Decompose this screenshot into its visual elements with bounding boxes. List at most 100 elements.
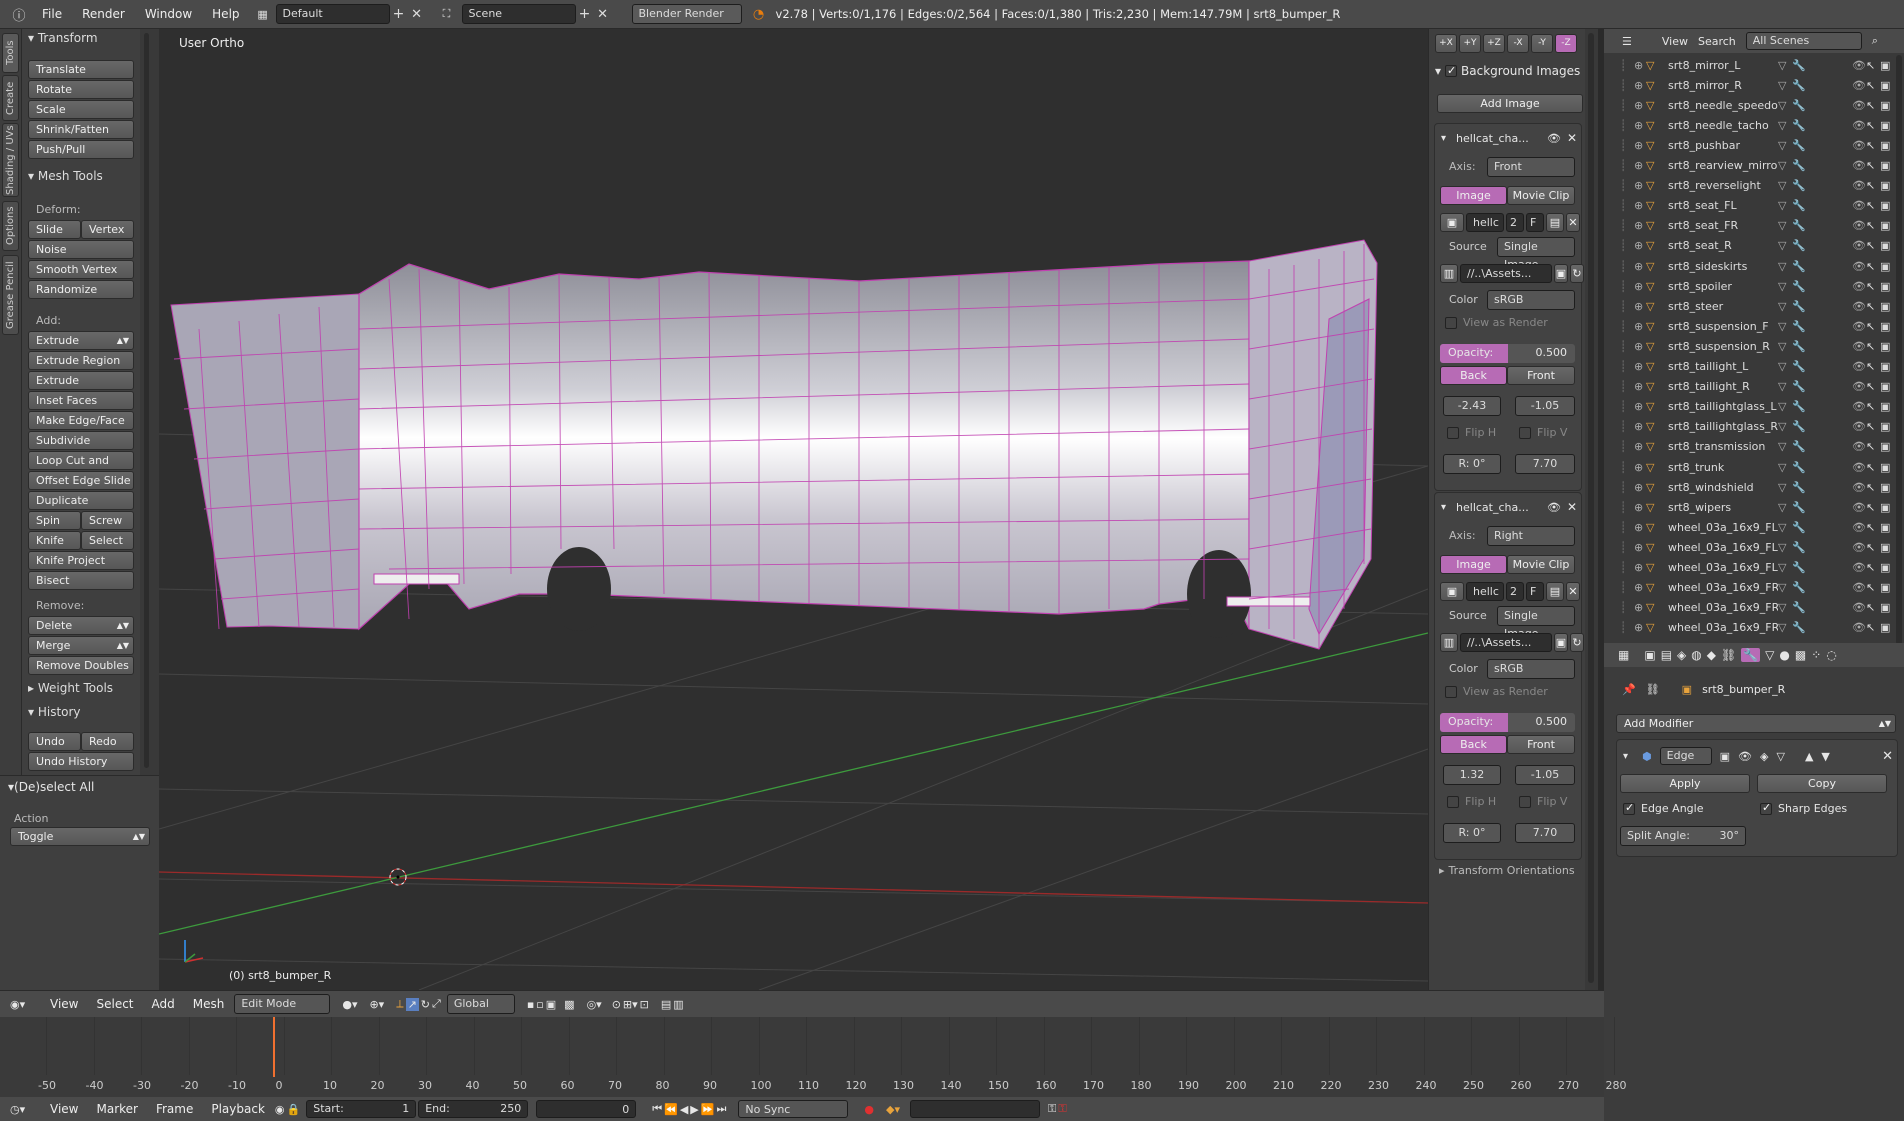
editmode-toggle-icon[interactable]: ◈ <box>1760 750 1768 763</box>
snap-icon[interactable]: ⊙ <box>612 998 621 1011</box>
select-arrow-icon[interactable]: ↖ <box>1866 340 1880 353</box>
current-frame-field[interactable]: 0 <box>536 1100 637 1118</box>
vertex-slide-button[interactable]: Vertex <box>81 220 134 239</box>
expand-icon[interactable]: ⊕ <box>1634 440 1646 453</box>
visibility-eye-icon[interactable]: 👁 <box>1852 59 1866 72</box>
mesh-tools-panel-header[interactable]: ▾ Mesh Tools <box>28 169 103 183</box>
transform-orientations-header[interactable]: ▸ Transform Orientations <box>1439 864 1575 877</box>
move-up-icon[interactable]: ▲ <box>1805 750 1813 763</box>
limit-selection-icon[interactable]: ▩ <box>564 998 574 1011</box>
delete-keyframe-icon[interactable]: ⚿ <box>1058 1102 1066 1116</box>
remove-doubles-button[interactable]: Remove Doubles <box>28 656 134 675</box>
smooth-vertex-button[interactable]: Smooth Vertex <box>28 260 134 279</box>
view-as-render-toggle[interactable]: View as Render <box>1445 316 1548 329</box>
reload-icon[interactable]: ↻ <box>1570 264 1584 283</box>
extrude-individual-button[interactable]: Extrude Individual <box>28 371 134 404</box>
source-select[interactable]: Single Image <box>1497 237 1575 271</box>
visibility-eye-icon[interactable]: 👁 <box>1852 400 1866 413</box>
particles-tab-icon[interactable]: ⁘ <box>1811 648 1821 662</box>
collapse-triangle-icon[interactable]: ▾ <box>1441 133 1446 144</box>
physics-tab-icon[interactable]: ◌ <box>1826 648 1836 662</box>
shrink-fatten-button[interactable]: Shrink/Fatten <box>28 120 134 139</box>
offset-y-field[interactable]: -1.05 <box>1515 765 1575 785</box>
select-arrow-icon[interactable]: ↖ <box>1866 601 1880 614</box>
render-camera-icon[interactable]: ▣ <box>1880 179 1894 192</box>
view-minus-z-button[interactable]: -Z <box>1555 34 1577 53</box>
outliner-row[interactable]: ┊ ⊕ ▽ srt8_sideskirts ▽ 🔧 👁 ↖ ▣ <box>1604 256 1894 276</box>
outliner-row[interactable]: ┊ ⊕ ▽ srt8_needle_speedo ▽ 🔧 👁 ↖ ▣ <box>1604 95 1894 115</box>
pin-icon[interactable]: 📌 <box>1622 683 1636 696</box>
edge-select-icon[interactable]: ▫ <box>536 998 543 1011</box>
select-arrow-icon[interactable]: ↖ <box>1866 521 1880 534</box>
expand-icon[interactable]: ⊕ <box>1634 340 1646 353</box>
collapse-triangle-icon[interactable]: ▾ <box>1441 502 1446 513</box>
edge-angle-toggle[interactable]: Edge Angle <box>1623 802 1703 815</box>
insert-keyframe-icon[interactable]: ⚿ <box>1048 1102 1056 1116</box>
select-arrow-icon[interactable]: ↖ <box>1866 461 1880 474</box>
menu-render[interactable]: Render <box>72 0 135 29</box>
reload-icon[interactable]: ↻ <box>1570 633 1584 652</box>
render-camera-icon[interactable]: ▣ <box>1880 59 1894 72</box>
visibility-eye-icon[interactable]: 👁 <box>1852 461 1866 474</box>
next-keyframe-icon[interactable]: ⏩ <box>701 1103 715 1116</box>
view-plus-x-button[interactable]: +X <box>1435 34 1457 53</box>
outliner-row[interactable]: ┊ ⊕ ▽ srt8_wipers ▽ 🔧 👁 ↖ ▣ <box>1604 497 1894 517</box>
render-camera-icon[interactable]: ▣ <box>1880 601 1894 614</box>
render-camera-icon[interactable]: ▣ <box>1880 280 1894 293</box>
screen-layout-icon[interactable]: ▦ <box>250 8 276 21</box>
face-select-icon[interactable]: ▣ <box>546 998 556 1011</box>
visibility-eye-icon[interactable]: 👁 <box>1852 420 1866 433</box>
visibility-eye-icon[interactable]: 👁 <box>1852 219 1866 232</box>
outliner-row[interactable]: ┊ ⊕ ▽ wheel_03a_16x9_FR ▽ 🔧 👁 ↖ ▣ <box>1604 578 1894 598</box>
remove-layout-icon[interactable]: ✕ <box>408 7 426 22</box>
outliner-row[interactable]: ┊ ⊕ ▽ srt8_suspension_R ▽ 🔧 👁 ↖ ▣ <box>1604 336 1894 356</box>
render-camera-icon[interactable]: ▣ <box>1880 581 1894 594</box>
render-camera-icon[interactable]: ▣ <box>1880 481 1894 494</box>
offset-x-field[interactable]: 1.32 <box>1443 765 1501 785</box>
pivot-point-icon[interactable]: ⊕▾ <box>369 998 384 1011</box>
visibility-eye-icon[interactable]: 👁 <box>1852 199 1866 212</box>
translate-manipulator-icon[interactable]: ↗ <box>405 997 419 1011</box>
jump-start-icon[interactable]: ⏮ <box>652 1102 662 1116</box>
select-arrow-icon[interactable]: ↖ <box>1866 440 1880 453</box>
visibility-eye-icon[interactable]: 👁 <box>1852 280 1866 293</box>
timeline-menu-playback[interactable]: Playback <box>203 1097 273 1121</box>
undo-button[interactable]: Undo <box>28 732 81 751</box>
image-browse-icon[interactable]: ▣ <box>1440 582 1464 601</box>
close-icon[interactable]: ✕ <box>1567 500 1577 514</box>
expand-icon[interactable]: ⊕ <box>1634 280 1646 293</box>
offset-y-field[interactable]: -1.05 <box>1515 396 1575 416</box>
snap-element-icon[interactable]: ⊞▾ <box>623 998 638 1011</box>
keying-set-icon[interactable]: ◆▾ <box>886 1103 900 1116</box>
modifier-name-field[interactable]: Edge <box>1659 747 1712 765</box>
outliner-row[interactable]: ┊ ⊕ ▽ srt8_windshield ▽ 🔧 👁 ↖ ▣ <box>1604 477 1894 497</box>
render-camera-icon[interactable]: ▣ <box>1880 521 1894 534</box>
outliner-row[interactable]: ┊ ⊕ ▽ srt8_seat_R ▽ 🔧 👁 ↖ ▣ <box>1604 236 1894 256</box>
select-arrow-icon[interactable]: ↖ <box>1866 99 1880 112</box>
expand-icon[interactable]: ⊕ <box>1634 461 1646 474</box>
timeline[interactable]: -50 -40 -30 -20 -10 0 10 20 30 40 50 60 70 80 90 100 110… <box>0 1017 1627 1097</box>
menu-window[interactable]: Window <box>135 0 202 29</box>
render-camera-icon[interactable]: ▣ <box>1880 360 1894 373</box>
visibility-eye-icon[interactable]: 👁 <box>1852 380 1866 393</box>
copy-button[interactable]: Copy <box>1757 774 1887 793</box>
npanel-scrollbar[interactable] <box>1588 33 1594 983</box>
select-arrow-icon[interactable]: ↖ <box>1866 139 1880 152</box>
split-angle-field[interactable]: Split Angle: 30° <box>1620 826 1746 846</box>
view-plus-z-button[interactable]: +Z <box>1483 34 1505 53</box>
tab-options[interactable]: Options <box>2 201 19 251</box>
render-camera-icon[interactable]: ▣ <box>1880 420 1894 433</box>
outliner-row[interactable]: ┊ ⊕ ▽ srt8_trunk ▽ 🔧 👁 ↖ ▣ <box>1604 457 1894 477</box>
menu-mesh[interactable]: Mesh <box>185 991 233 1017</box>
inset-faces-button[interactable]: Inset Faces <box>28 391 134 410</box>
expand-icon[interactable]: ⊕ <box>1634 99 1646 112</box>
render-camera-icon[interactable]: ▣ <box>1880 380 1894 393</box>
scale-manipulator-icon[interactable]: ⤢ <box>432 997 441 1011</box>
bisect-button[interactable]: Bisect <box>28 571 134 590</box>
folder-icon[interactable]: ▣ <box>1554 264 1568 283</box>
vertex-select-icon[interactable]: ▪ <box>527 998 534 1011</box>
viewport-toggle-icon[interactable]: 👁 <box>1738 750 1752 763</box>
record-icon[interactable]: ● <box>864 1103 874 1116</box>
visibility-eye-icon[interactable]: 👁 <box>1852 79 1866 92</box>
view-minus-x-button[interactable]: -X <box>1507 34 1529 53</box>
